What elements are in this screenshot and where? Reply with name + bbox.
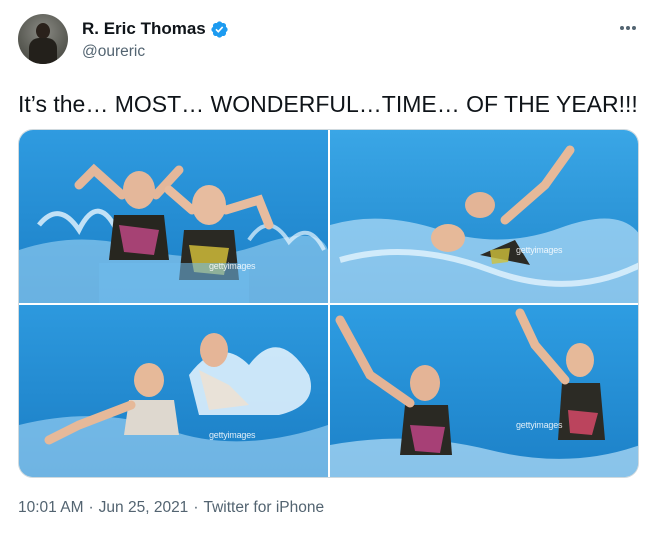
photo-1-illustration	[19, 130, 328, 303]
photo-4-watermark: gettyimages	[516, 420, 563, 430]
photo-2-watermark: gettyimages	[516, 245, 563, 255]
meta-separator-2: ·	[193, 499, 199, 516]
avatar-torso-shape	[29, 38, 57, 64]
verified-badge-icon	[211, 20, 228, 38]
author-handle[interactable]: @oureric	[82, 43, 145, 61]
photo-2-illustration	[330, 130, 638, 303]
tweet-source[interactable]: Twitter for iPhone	[203, 499, 324, 517]
meta-separator-1: ·	[88, 499, 94, 516]
photo-1[interactable]: gettyimages	[19, 130, 328, 303]
photo-2[interactable]: gettyimages	[330, 130, 638, 303]
photo-1-watermark: gettyimages	[209, 261, 256, 271]
tweet-meta: 10:01 AM · Jun 25, 2021 · Twitter for iP…	[18, 499, 324, 517]
tweet-text: It’s the… MOST… WONDERFUL…TIME… OF THE Y…	[18, 91, 638, 117]
author-display-name[interactable]: R. Eric Thomas	[82, 19, 206, 39]
tweet-card: R. Eric Thomas @oureric It’s the… MOST… …	[0, 0, 658, 537]
media-grid: gettyimages gettyimages gettyimages gett…	[18, 129, 639, 478]
photo-3[interactable]: gettyimages	[19, 305, 328, 477]
author-name-row: R. Eric Thomas	[82, 19, 229, 39]
avatar[interactable]	[18, 14, 68, 64]
photo-3-watermark: gettyimages	[209, 430, 256, 440]
more-options-icon[interactable]	[615, 18, 641, 38]
photo-3-illustration	[19, 305, 328, 477]
tweet-date[interactable]: Jun 25, 2021	[99, 499, 189, 517]
avatar-head-shape	[36, 23, 50, 39]
tweet-time[interactable]: 10:01 AM	[18, 499, 84, 517]
photo-4[interactable]: gettyimages	[330, 305, 638, 477]
photo-4-illustration	[330, 305, 638, 477]
